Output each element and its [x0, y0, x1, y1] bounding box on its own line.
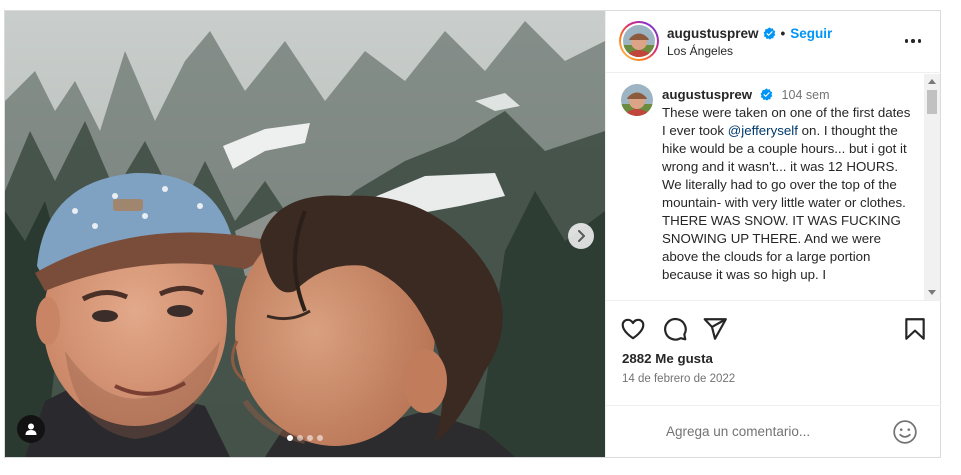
carousel-dot [317, 435, 323, 441]
heart-icon[interactable] [620, 316, 646, 342]
comments-scrollbar[interactable] [924, 74, 940, 300]
post-header: augustusprew • Seguir Los Ángeles [606, 11, 941, 73]
separator-dot: • [780, 26, 786, 41]
caption-text: These were taken on one of the first dat… [662, 104, 914, 284]
chevron-right-icon [578, 230, 585, 242]
caption-avatar[interactable] [621, 84, 653, 116]
caption-timestamp[interactable]: 104 sem [782, 88, 830, 102]
action-bar [606, 302, 941, 346]
more-horizontal-icon [904, 39, 909, 43]
likes-count[interactable]: 2882 Me gusta [622, 351, 713, 366]
post-details-panel: augustusprew • Seguir Los Ángeles august… [605, 11, 941, 457]
add-comment-bar [606, 405, 941, 457]
carousel-dot [287, 435, 293, 441]
carousel-dot [307, 435, 313, 441]
caption-username[interactable]: augustusprew [662, 87, 752, 102]
caption: augustusprew 104 sem These were taken on… [662, 86, 914, 284]
post-date[interactable]: 14 de febrero de 2022 [622, 373, 735, 385]
comment-input[interactable] [666, 418, 886, 444]
tagged-users-button[interactable] [17, 415, 45, 443]
post-location[interactable]: Los Ángeles [667, 44, 733, 58]
comments-section: augustusprew 104 sem These were taken on… [606, 74, 941, 301]
comment-icon[interactable] [662, 316, 688, 342]
selfie-photo [5, 11, 605, 457]
share-icon[interactable] [702, 316, 728, 342]
avatar-image [621, 84, 653, 116]
caption-text-part: on. I thought the hike would be a couple… [662, 123, 907, 282]
scroll-down-arrow-icon[interactable] [928, 290, 936, 295]
bookmark-icon[interactable] [902, 316, 928, 342]
verified-badge-icon [763, 27, 775, 40]
avatar-image [623, 25, 655, 57]
header-username[interactable]: augustusprew [667, 26, 759, 41]
post-dialog: augustusprew • Seguir Los Ángeles august… [4, 10, 941, 458]
mention-link[interactable]: @jefferyself [728, 123, 798, 138]
more-options-button[interactable] [903, 33, 923, 49]
carousel-indicator [287, 435, 323, 441]
next-photo-button[interactable] [568, 223, 594, 249]
verified-badge-icon [760, 88, 773, 101]
user-icon [25, 423, 37, 435]
scroll-up-arrow-icon[interactable] [928, 79, 936, 84]
avatar[interactable] [619, 21, 659, 61]
post-photo [5, 11, 605, 457]
emoji-icon[interactable] [892, 419, 918, 445]
scrollbar-thumb[interactable] [927, 90, 937, 114]
carousel-dot [297, 435, 303, 441]
follow-button[interactable]: Seguir [790, 26, 832, 41]
